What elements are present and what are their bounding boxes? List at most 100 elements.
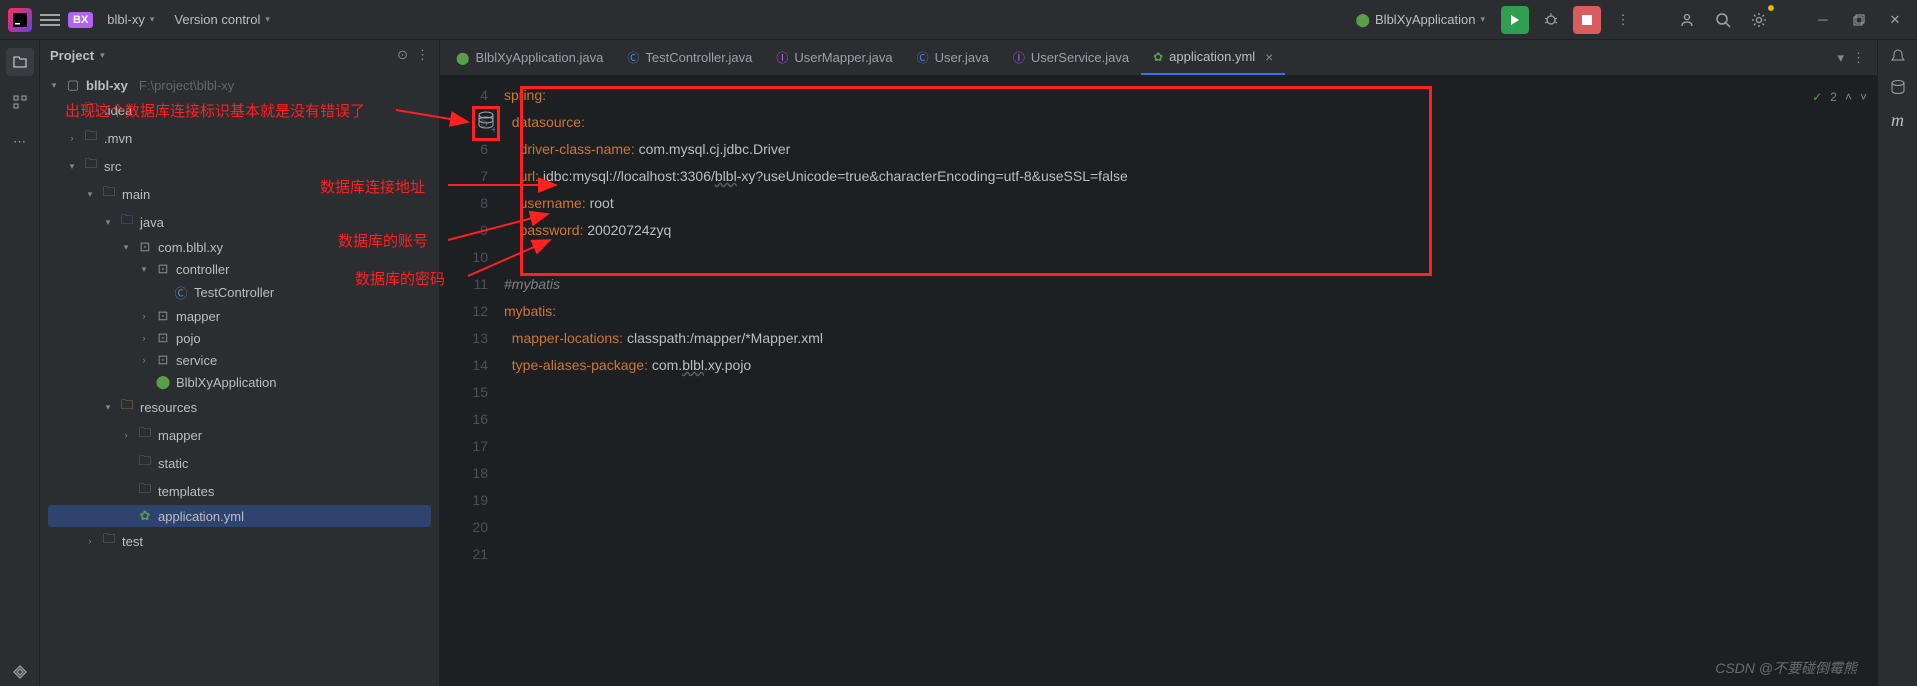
tab-file-active[interactable]: ✿application.yml×	[1141, 40, 1285, 75]
settings-icon[interactable]	[1745, 6, 1773, 34]
stop-button[interactable]	[1573, 6, 1601, 34]
tree-item[interactable]: ▾ 🗀 src	[48, 152, 431, 180]
tree-item[interactable]: › 🗀 .idea	[48, 96, 431, 124]
project-tree[interactable]: ▾ ▢ blbl-xy F:\project\blbl-xy › 🗀 .idea…	[40, 70, 439, 686]
tree-label: .mvn	[104, 131, 132, 146]
tree-item[interactable]: ▾ ⊡ com.blbl.xy	[48, 236, 431, 258]
tree-item[interactable]: › 🗀 .mvn	[48, 124, 431, 152]
tree-item[interactable]: ▾ 🗀 java	[48, 208, 431, 236]
debug-button[interactable]	[1537, 6, 1565, 34]
tab-file[interactable]: ⒾUserMapper.java	[764, 40, 904, 75]
spring-config-icon: ✿	[1153, 50, 1163, 64]
down-arrow-icon[interactable]: ˅	[1860, 90, 1867, 104]
editor-area: ⬤BlblXyApplication.java ⒸTestController.…	[440, 40, 1877, 686]
run-button[interactable]	[1501, 6, 1529, 34]
gutter-db-marker[interactable]: +	[472, 106, 500, 141]
package-icon: ⊡	[137, 239, 153, 255]
tree-item[interactable]: ▾ ⊡ controller	[48, 258, 431, 280]
tab-file[interactable]: ⒸTestController.java	[615, 40, 764, 75]
tab-file[interactable]: ⒾUserService.java	[1001, 40, 1141, 75]
project-selector[interactable]: blbl-xy ▾	[101, 8, 160, 31]
tree-label: com.blbl.xy	[158, 240, 223, 255]
tree-label: main	[122, 187, 150, 202]
up-arrow-icon[interactable]: ˄	[1845, 90, 1852, 104]
select-opened-icon[interactable]: ⊙	[397, 47, 408, 63]
line-number: 8	[440, 190, 488, 217]
chevron-right-icon: ›	[66, 105, 78, 115]
close-tab-icon[interactable]: ×	[1265, 49, 1273, 65]
tree-item[interactable]: 🗀 templates	[48, 477, 431, 505]
folder-icon: 🗀	[101, 530, 117, 552]
more-icon[interactable]: ⋮	[1609, 6, 1637, 34]
class-icon: Ⓒ	[917, 49, 929, 66]
tree-item[interactable]: ⬤ BlblXyApplication	[48, 371, 431, 393]
panel-options-icon[interactable]: ⋮	[416, 47, 429, 63]
yaml-value: classpath:/mapper/*Mapper.xml	[627, 330, 823, 346]
run-config-selector[interactable]: ⬤ BlblXyApplication ▾	[1347, 8, 1493, 32]
folder-icon: 🗀	[83, 99, 99, 121]
more-tool-icon[interactable]: ⋯	[6, 128, 34, 156]
structure-tool-icon[interactable]	[6, 88, 34, 116]
tree-label: src	[104, 159, 121, 174]
tree-label: service	[176, 353, 217, 368]
notification-dot-icon	[1768, 5, 1774, 11]
inspection-status[interactable]: ✓ 2 ˄ ˅	[1812, 90, 1867, 104]
project-panel: Project ▾ ⊙ ⋮ ▾ ▢ blbl-xy F:\project\blb…	[40, 40, 440, 686]
close-icon[interactable]: ✕	[1881, 6, 1909, 34]
yaml-value: com.mysql.cj.jdbc.Driver	[639, 141, 791, 157]
tab-options-icon[interactable]: ⋮	[1852, 50, 1865, 66]
vcs-selector[interactable]: Version control ▾	[168, 8, 276, 31]
line-number: 20	[440, 514, 488, 541]
tree-item[interactable]: › ⊡ service	[48, 349, 431, 371]
tab-file[interactable]: ⬤BlblXyApplication.java	[444, 40, 615, 75]
line-number: 15	[440, 379, 488, 406]
tree-root[interactable]: ▾ ▢ blbl-xy F:\project\blbl-xy	[48, 74, 431, 96]
database-tool-icon[interactable]	[1890, 79, 1906, 98]
tree-item[interactable]: ▾ 🗀 main	[48, 180, 431, 208]
project-tool-icon[interactable]	[6, 48, 34, 76]
module-icon: ▢	[65, 77, 81, 93]
project-panel-title: Project	[50, 48, 94, 63]
tree-item[interactable]: ▾ 🗀 resources	[48, 393, 431, 421]
tree-item[interactable]: 🗀 static	[48, 449, 431, 477]
code-content[interactable]: spring: datasource: driver-class-name: c…	[500, 76, 1877, 686]
yaml-value: 20020724zyq	[587, 222, 671, 238]
services-tool-icon[interactable]	[6, 658, 34, 686]
restore-icon[interactable]	[1845, 6, 1873, 34]
tree-item[interactable]: › ⊡ mapper	[48, 305, 431, 327]
yaml-key: password	[520, 222, 580, 238]
editor-body[interactable]: 4 5 6 7 8 9 10 11 12 13 14 15 16 17 18 1…	[440, 76, 1877, 686]
tree-item[interactable]: › ⊡ pojo	[48, 327, 431, 349]
tree-item-selected[interactable]: ✿ application.yml	[48, 505, 431, 527]
gutter: 4 5 6 7 8 9 10 11 12 13 14 15 16 17 18 1…	[440, 76, 500, 686]
titlebar: BX blbl-xy ▾ Version control ▾ ⬤ BlblXyA…	[0, 0, 1917, 40]
spring-config-icon: ✿	[137, 508, 153, 524]
line-number: 18	[440, 460, 488, 487]
search-icon[interactable]	[1709, 6, 1737, 34]
right-tool-rail: m	[1877, 40, 1917, 686]
code-with-me-icon[interactable]	[1673, 6, 1701, 34]
chevron-down-icon[interactable]: ▾	[100, 50, 105, 61]
yaml-comment: #mybatis	[504, 276, 560, 292]
minimize-icon[interactable]: ─	[1809, 6, 1837, 34]
yaml-key: datasource	[512, 114, 581, 130]
chevron-down-icon: ▾	[66, 161, 78, 172]
problem-count: 2	[1830, 90, 1837, 104]
maven-tool-icon[interactable]: m	[1891, 110, 1904, 131]
tab-nav-icon[interactable]: ▾	[1837, 50, 1844, 66]
main-menu-icon[interactable]	[40, 14, 60, 26]
class-icon: Ⓒ	[627, 49, 639, 66]
watermark: CSDN @不要碰倒霉熊	[1715, 658, 1857, 678]
ide-logo-icon	[8, 8, 32, 32]
chevron-right-icon: ›	[138, 311, 150, 321]
resources-folder-icon: 🗀	[119, 396, 135, 418]
tree-item[interactable]: Ⓒ TestController	[48, 280, 431, 305]
tree-label: BlblXyApplication	[176, 375, 276, 390]
line-number: 11	[440, 271, 488, 298]
yaml-key: mybatis	[504, 303, 552, 319]
tab-file[interactable]: ⒸUser.java	[905, 40, 1001, 75]
tree-item[interactable]: › 🗀 test	[48, 527, 431, 555]
tree-item[interactable]: › 🗀 mapper	[48, 421, 431, 449]
notifications-icon[interactable]	[1890, 48, 1906, 67]
yaml-key: mapper-locations	[512, 330, 619, 346]
